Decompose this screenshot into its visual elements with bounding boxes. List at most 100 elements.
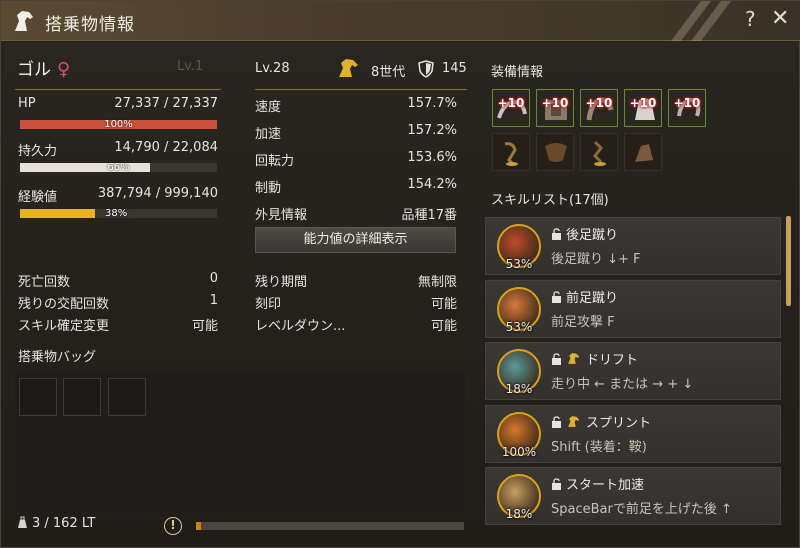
- breed-value: 1: [209, 293, 218, 308]
- skill-command: Shift (装着：鞍): [551, 439, 647, 455]
- skill-percent: 53%: [505, 257, 533, 271]
- equipment-slot-empty[interactable]: [580, 133, 618, 171]
- equipment-slot[interactable]: +10: [492, 89, 530, 127]
- skill-card[interactable]: 53% 前足蹴り 前足攻撃 F: [485, 279, 781, 338]
- skill-name-row: 前足蹴り: [551, 287, 618, 306]
- hp-bar: 100%: [20, 119, 217, 130]
- skill-command: SpaceBarで前足を上げた後 ↑: [551, 502, 732, 517]
- title-bar[interactable]: 搭乗物情報 ? ✕: [1, 1, 800, 41]
- skill-change-row: スキル確定変更 可能: [18, 315, 218, 334]
- breed-row: 残りの交配回数 1: [18, 293, 218, 312]
- enhance-level: +10: [585, 96, 613, 110]
- mount-name-row: ゴル ♀: [17, 55, 70, 80]
- lifespan-label: 残り期間: [255, 275, 308, 290]
- skill-percent: 100%: [501, 444, 537, 459]
- stamina-percent: 66%: [107, 162, 130, 173]
- unlock-icon: [552, 478, 561, 490]
- equipment-icon: [635, 144, 653, 162]
- mount-info-window: 搭乗物情報 ? ✕ ゴル ♀ Lv.1 HP 27,337 / 27,337 10…: [0, 0, 800, 548]
- armor-value: 145: [442, 61, 467, 76]
- attribute-label: 制動: [255, 181, 282, 196]
- lifespan-value: 可能: [430, 319, 457, 334]
- lifespan-value: 可能: [430, 297, 457, 312]
- attribute-value: 157.7%: [407, 96, 457, 111]
- skill-command: 後足蹴り ↓+ F: [551, 252, 641, 267]
- bag-slot[interactable]: [63, 378, 101, 416]
- attribute-label: 加速: [255, 127, 282, 142]
- exp-label: 経験値: [18, 190, 58, 205]
- exp-percent: 38%: [105, 208, 128, 219]
- deaths-row: 死亡回数 0: [18, 271, 218, 290]
- skill-name: ドリフト: [586, 353, 639, 368]
- breed-label: 残りの交配回数: [18, 297, 110, 312]
- warning-icon[interactable]: !: [164, 517, 182, 535]
- lifespan-row: レベルダウン... 可能: [255, 315, 457, 334]
- golden-horse-icon: [339, 59, 358, 77]
- skill-name: 前足蹴り: [566, 290, 619, 306]
- equipment-slot-empty[interactable]: [624, 133, 662, 171]
- attribute-label: 速度: [255, 100, 282, 115]
- divider: [15, 89, 221, 90]
- lifespan-label: 刻印: [255, 297, 282, 312]
- weight-text: 3 / 162 LT: [32, 516, 96, 531]
- skill-command: 走り中 ← または → + ↓: [551, 377, 694, 392]
- unlock-icon: [552, 353, 561, 365]
- deaths-value: 0: [209, 271, 218, 286]
- help-button[interactable]: ?: [745, 7, 756, 31]
- unlock-icon: [552, 228, 561, 240]
- window-title: 搭乗物情報: [45, 15, 135, 35]
- weight-icon: [18, 516, 27, 528]
- female-icon: ♀: [57, 59, 71, 80]
- attribute-row: 制動 154.2%: [255, 177, 457, 196]
- equipment-slot-empty[interactable]: [492, 133, 530, 171]
- attribute-value: 154.2%: [407, 177, 457, 192]
- skill-name: 後足蹴り: [566, 228, 619, 243]
- hp-percent: 100%: [104, 119, 133, 130]
- bag-slot[interactable]: [19, 378, 57, 416]
- skill-name-row: スプリント: [551, 412, 651, 431]
- hp-label: HP: [18, 96, 36, 111]
- exp-bar-fill: [20, 209, 95, 218]
- equipment-icon: [545, 143, 567, 162]
- skill-card[interactable]: 53% 後足蹴り 後足蹴り ↓+ F: [485, 217, 781, 275]
- skill-name: スプリント: [586, 415, 652, 431]
- skill-percent: 18%: [505, 507, 533, 521]
- generation-text: 8世代: [371, 65, 406, 80]
- equipment-icon: [504, 142, 518, 166]
- lifespan-value: 無制限: [417, 275, 457, 290]
- weight-display: 3 / 162 LT: [17, 516, 95, 531]
- skill-list-title: スキルリスト(17個): [491, 193, 609, 208]
- skill-card[interactable]: 100% スプリント Shift (装着：鞍): [485, 404, 781, 463]
- detail-stats-button[interactable]: 能力値の詳細表示: [255, 227, 456, 253]
- divider: [255, 89, 467, 90]
- stamina-value: 14,790 / 22,084: [114, 140, 218, 155]
- equipment-slot[interactable]: +10: [580, 89, 618, 127]
- equipment-title: 装備情報: [491, 65, 544, 80]
- mount-name: ゴル: [17, 60, 51, 80]
- equipment-slot[interactable]: +10: [536, 89, 574, 127]
- unlock-icon: [552, 290, 561, 303]
- equipment-slot[interactable]: +10: [624, 89, 662, 127]
- skill-name-row: スタート加速: [551, 474, 644, 493]
- skill-card[interactable]: 18% スタート加速 SpaceBarで前足を上げた後 ↑: [485, 467, 781, 525]
- skill-card[interactable]: 18% ドリフト 走り中 ← または → + ↓: [485, 342, 781, 400]
- mount-level: Lv.28: [255, 61, 290, 76]
- attribute-row: 外見情報 品種17番: [255, 204, 457, 223]
- equipment-slot[interactable]: +10: [668, 89, 706, 127]
- stamina-row: 持久力 14,790 / 22,084: [18, 140, 218, 159]
- shield-icon: [418, 60, 434, 78]
- bag-slot[interactable]: [108, 378, 146, 416]
- deaths-label: 死亡回数: [18, 275, 71, 290]
- title-decoration: [671, 1, 731, 41]
- exp-row: 経験値 387,794 / 999,140: [18, 186, 218, 205]
- exp-value: 387,794 / 999,140: [97, 186, 218, 201]
- hp-row: HP 27,337 / 27,337: [18, 96, 218, 114]
- scrollbar[interactable]: [786, 216, 791, 306]
- weight-bar-fill: [196, 522, 202, 530]
- skill-list[interactable]: 53% 後足蹴り 後足蹴り ↓+ F 53% 前足蹴り 前足攻撃 F 18% ド…: [485, 213, 797, 531]
- attribute-value: 157.2%: [407, 123, 457, 138]
- attribute-label: 回転力: [255, 154, 295, 169]
- close-button[interactable]: ✕: [771, 6, 789, 31]
- equipment-slot-empty[interactable]: [536, 133, 574, 171]
- horse-head-icon: [15, 11, 33, 31]
